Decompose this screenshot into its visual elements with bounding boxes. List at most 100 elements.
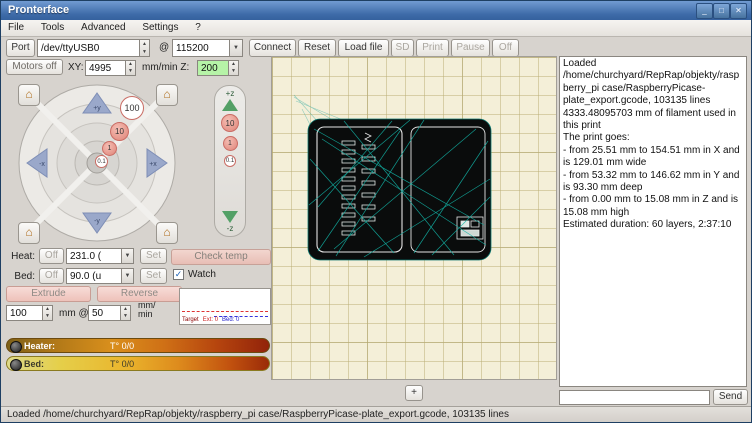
graph-legend-bed: Bed: 0 (222, 317, 239, 323)
jog-plus-x-label: +x (149, 161, 157, 168)
menu-bar: File Tools Advanced Settings ? (1, 20, 751, 37)
extrude-button[interactable]: Extrude (6, 286, 91, 302)
home-z-button[interactable]: ⌂ (156, 222, 178, 244)
menu-advanced[interactable]: Advanced (74, 20, 132, 33)
bed-temp-dropdown[interactable]: ▼ (121, 268, 134, 284)
motors-off-button[interactable]: Motors off (6, 59, 63, 75)
menu-file[interactable]: File (1, 20, 31, 33)
off-button[interactable]: Off (492, 39, 519, 57)
bed-gauge[interactable]: Bed: T° 0/0 (6, 356, 270, 371)
mm-at-label: mm @ (59, 308, 89, 319)
jog-distance-10[interactable]: 10 (110, 122, 129, 141)
check-icon: ✓ (175, 269, 183, 279)
command-input[interactable] (559, 390, 710, 405)
pronterface-window: Pronterface _ □ ✕ File Tools Advanced Se… (0, 0, 752, 423)
watch-label: Watch (188, 269, 216, 280)
spin-up-icon[interactable]: ▲ (128, 62, 133, 67)
xy-feedrate-spinner[interactable]: ▲ ▼ (125, 60, 136, 76)
heat-set-button[interactable]: Set (140, 248, 167, 264)
maximize-button[interactable]: □ (713, 3, 730, 19)
bed-gauge-label: Bed: (24, 359, 44, 369)
spin-up-icon[interactable]: ▲ (142, 42, 147, 47)
jog-plus-y-label: +y (93, 105, 101, 112)
dropdown-icon: ▼ (125, 253, 131, 259)
spin-down-icon[interactable]: ▼ (45, 314, 50, 319)
xy-feed-label: XY: (68, 62, 84, 73)
z-feedrate-spinner[interactable]: ▲ ▼ (228, 60, 239, 76)
temp-graph: TargetExt: 0Bed: 0 (179, 288, 271, 325)
spin-up-icon[interactable]: ▲ (123, 307, 128, 312)
heat-temp-input[interactable] (66, 248, 122, 264)
heat-temp-dropdown[interactable]: ▼ (121, 248, 134, 264)
spin-up-icon[interactable]: ▲ (231, 62, 236, 67)
bed-temp-input[interactable] (66, 268, 122, 284)
close-button[interactable]: ✕ (730, 3, 747, 19)
minimize-button[interactable]: _ (696, 3, 713, 19)
baud-dropdown-button[interactable]: ▼ (229, 39, 243, 57)
zoom-in-button[interactable]: + (405, 385, 423, 401)
heat-off-button[interactable]: Off (39, 248, 64, 264)
home-icon: ⌂ (163, 87, 170, 101)
xy-feedrate-input[interactable] (85, 60, 126, 76)
bed-label: Bed: (7, 271, 35, 282)
extrude-length-spinner[interactable]: ▲ ▼ (42, 305, 53, 321)
bed-gauge-value: T° 0/0 (110, 359, 134, 369)
jog-distance-100[interactable]: 100 (120, 96, 144, 120)
menu-settings[interactable]: Settings (135, 20, 185, 33)
gcode-viewer[interactable] (271, 56, 557, 380)
menu-help[interactable]: ? (188, 20, 208, 33)
bed-set-button[interactable]: Set (140, 268, 167, 284)
send-button[interactable]: Send (713, 389, 748, 405)
port-combo-input[interactable] (37, 39, 140, 57)
spin-down-icon[interactable]: ▼ (123, 314, 128, 319)
at-label: @ (159, 42, 169, 53)
baud-combo-input[interactable] (172, 39, 230, 57)
jog-minus-x-label: -x (39, 161, 45, 168)
jog-distance-0-1[interactable]: 0.1 (95, 155, 108, 168)
home-all-button[interactable]: ⌂ (18, 222, 40, 244)
z-plus-label: +z (226, 89, 235, 98)
z-up-arrow[interactable] (222, 99, 238, 111)
sd-button[interactable]: SD (391, 39, 414, 57)
z-distance-1[interactable]: 1 (223, 136, 238, 151)
watch-checkbox[interactable]: ✓ (173, 269, 184, 280)
bed-off-button[interactable]: Off (39, 268, 64, 284)
print-button[interactable]: Print (416, 39, 449, 57)
port-button[interactable]: Port (6, 39, 35, 57)
heat-label: Heat: (7, 251, 35, 262)
check-temp-button[interactable]: Check temp (171, 249, 271, 265)
graph-ext-line (182, 311, 268, 312)
home-y-button[interactable]: ⌂ (156, 84, 178, 106)
gcode-render (272, 57, 556, 379)
home-x-button[interactable]: ⌂ (18, 84, 40, 106)
extrude-speed-spinner[interactable]: ▲ ▼ (120, 305, 131, 321)
connect-button[interactable]: Connect (249, 39, 296, 57)
heater-gauge-knob[interactable] (10, 341, 22, 353)
z-distance-10[interactable]: 10 (221, 114, 239, 132)
title-bar[interactable]: Pronterface _ □ ✕ (1, 1, 751, 20)
z-distance-0-1[interactable]: 0.1 (224, 155, 236, 167)
extrude-length-input[interactable] (6, 305, 43, 321)
log-output[interactable]: Loaded /home/churchyard/RepRap/objekty/r… (559, 56, 747, 387)
port-combo-spinner[interactable]: ▲ ▼ (139, 39, 150, 57)
z-down-arrow[interactable] (222, 211, 238, 223)
reset-button[interactable]: Reset (298, 39, 336, 57)
menu-tools[interactable]: Tools (34, 20, 71, 33)
spin-up-icon[interactable]: ▲ (45, 307, 50, 312)
mm-min-label: mm/ min (138, 301, 156, 319)
status-bar: Loaded /home/churchyard/RepRap/objekty/r… (1, 406, 751, 423)
pause-button[interactable]: Pause (451, 39, 490, 57)
spin-down-icon[interactable]: ▼ (142, 50, 147, 55)
home-icon: ⌂ (25, 225, 32, 239)
jog-pad: +y -y -x +x ⌂ ⌂ ⌂ ⌂ 100 10 1 0.1 (17, 83, 177, 243)
heater-gauge[interactable]: Heater: T° 0/0 (6, 338, 270, 353)
spin-down-icon[interactable]: ▼ (128, 69, 133, 74)
status-text: Loaded /home/churchyard/RepRap/objekty/r… (7, 409, 509, 420)
jog-distance-1[interactable]: 1 (102, 141, 117, 156)
window-title: Pronterface (8, 4, 69, 16)
load-file-button[interactable]: Load file (338, 39, 389, 57)
bed-gauge-knob[interactable] (10, 359, 22, 371)
z-feedrate-input[interactable] (197, 60, 229, 76)
extrude-speed-input[interactable] (88, 305, 121, 321)
spin-down-icon[interactable]: ▼ (231, 69, 236, 74)
